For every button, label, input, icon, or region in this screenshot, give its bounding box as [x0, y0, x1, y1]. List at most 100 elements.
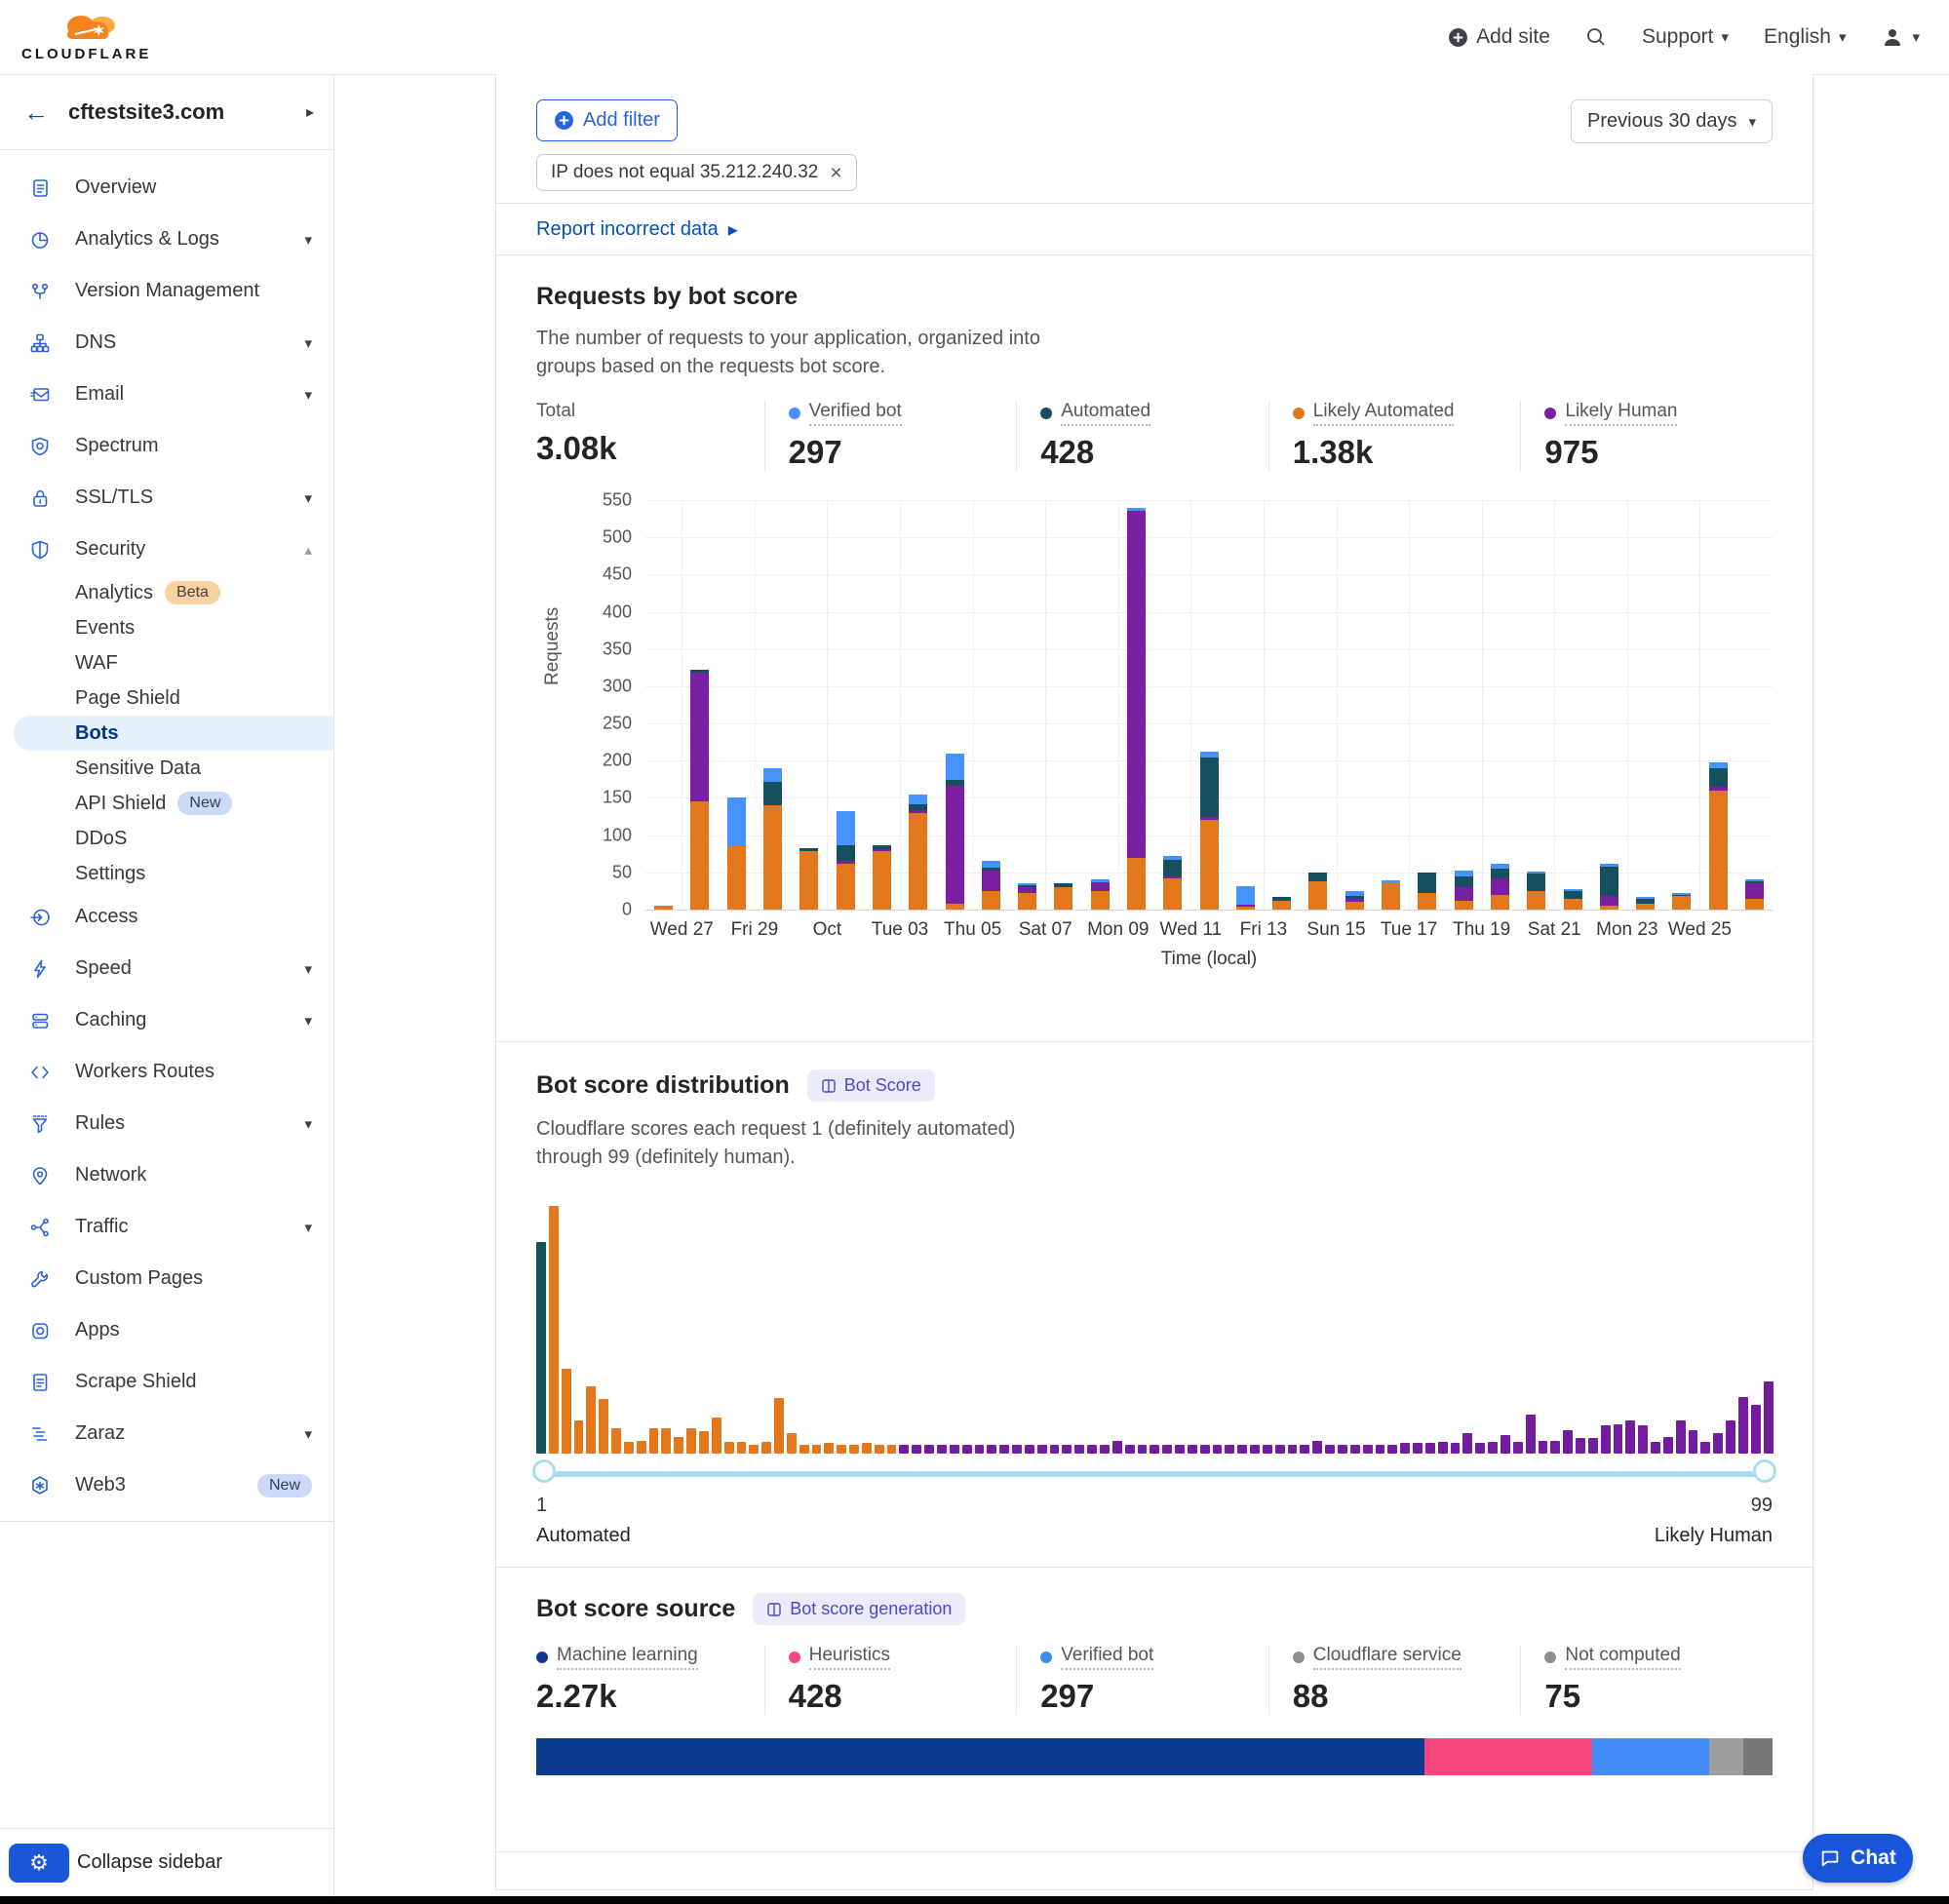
histogram-bar-score-88[interactable]	[1625, 1420, 1635, 1454]
histogram-bar-score-67[interactable]	[1363, 1445, 1373, 1454]
chart-bar[interactable]	[1009, 883, 1045, 910]
histogram-bar-score-24[interactable]	[824, 1443, 834, 1454]
slider-handle-min[interactable]	[532, 1459, 556, 1483]
chart-bar[interactable]	[1337, 891, 1373, 910]
histogram-bar-score-8[interactable]	[624, 1442, 634, 1454]
sidebar-item-ssl-tls[interactable]: SSL/TLS▾	[0, 472, 333, 524]
histogram-bar-score-2[interactable]	[549, 1206, 559, 1454]
histogram-bar-score-82[interactable]	[1550, 1441, 1560, 1454]
histogram-bar-score-51[interactable]	[1162, 1445, 1172, 1454]
sidebar-subitem-ddos[interactable]: DDoS	[0, 821, 333, 856]
histogram-bar-score-99[interactable]	[1764, 1381, 1774, 1454]
sidebar-subitem-bots[interactable]: Bots	[14, 716, 333, 751]
histogram-bar-score-76[interactable]	[1475, 1443, 1485, 1454]
histogram-bar-score-61[interactable]	[1288, 1445, 1298, 1454]
chart-bar[interactable]	[645, 906, 682, 910]
histogram-bar-score-75[interactable]	[1462, 1433, 1472, 1454]
histogram-bar-score-52[interactable]	[1175, 1445, 1185, 1454]
chart-bar[interactable]	[900, 795, 936, 910]
sidebar-item-dns[interactable]: DNS▾	[0, 317, 333, 369]
histogram-bar-score-40[interactable]	[1025, 1445, 1034, 1454]
histogram-bar-score-94[interactable]	[1700, 1442, 1710, 1454]
active-filter-chip[interactable]: IP does not equal 35.212.240.32 ×	[536, 154, 857, 191]
histogram-bar-score-27[interactable]	[862, 1443, 872, 1454]
histogram-bar-score-20[interactable]	[774, 1398, 784, 1454]
histogram-bar-score-86[interactable]	[1601, 1425, 1611, 1454]
histogram-bar-score-34[interactable]	[950, 1445, 959, 1454]
chart-bar[interactable]	[1300, 873, 1336, 910]
source-segment-heuristics[interactable]	[1424, 1738, 1592, 1775]
histogram-bar-score-81[interactable]	[1539, 1441, 1548, 1454]
histogram-bar-score-97[interactable]	[1738, 1397, 1748, 1454]
histogram-bar-score-12[interactable]	[674, 1437, 683, 1454]
bot-score-generation-badge[interactable]: Bot score generation	[753, 1593, 965, 1625]
histogram-bar-score-95[interactable]	[1713, 1433, 1723, 1454]
histogram-bar-score-21[interactable]	[787, 1433, 797, 1454]
sidebar-item-scrape-shield[interactable]: Scrape Shield	[0, 1356, 333, 1408]
histogram-bar-score-37[interactable]	[987, 1445, 996, 1454]
chart-bar[interactable]	[1446, 871, 1482, 910]
chart-bar[interactable]	[682, 670, 718, 910]
sidebar-item-spectrum[interactable]: Spectrum	[0, 420, 333, 472]
sidebar-item-web3[interactable]: Web3New	[0, 1459, 333, 1511]
account-menu[interactable]: ▾	[1881, 25, 1920, 49]
histogram-bar-score-72[interactable]	[1425, 1443, 1435, 1454]
chart-bar[interactable]	[1482, 864, 1518, 910]
histogram-bar-score-49[interactable]	[1138, 1445, 1148, 1454]
histogram-bar-score-93[interactable]	[1689, 1430, 1698, 1454]
chart-bar[interactable]	[719, 797, 755, 910]
sidebar-item-zaraz[interactable]: Zaraz▾	[0, 1408, 333, 1459]
histogram-bar-score-89[interactable]	[1638, 1425, 1648, 1454]
sidebar-item-analytics-logs[interactable]: Analytics & Logs▾	[0, 214, 333, 265]
histogram-bar-score-63[interactable]	[1312, 1441, 1322, 1454]
back-arrow-icon[interactable]: ←	[23, 97, 49, 128]
histogram-bar-score-23[interactable]	[812, 1445, 822, 1454]
histogram-bar-score-19[interactable]	[761, 1442, 771, 1454]
histogram-bar-score-43[interactable]	[1062, 1445, 1072, 1454]
date-range-select[interactable]: Previous 30 days▾	[1571, 99, 1773, 143]
histogram-bar-score-42[interactable]	[1050, 1445, 1060, 1454]
histogram-bar-score-59[interactable]	[1263, 1445, 1272, 1454]
histogram-bar-score-26[interactable]	[849, 1445, 859, 1454]
add-filter-button[interactable]: Add filter	[536, 99, 678, 141]
histogram-bar-score-38[interactable]	[999, 1445, 1009, 1454]
histogram-bar-score-84[interactable]	[1576, 1438, 1585, 1454]
chart-bar[interactable]	[1736, 879, 1773, 910]
histogram-bar-score-65[interactable]	[1338, 1445, 1347, 1454]
histogram-bar-score-87[interactable]	[1614, 1424, 1623, 1454]
site-switcher-caret-icon[interactable]: ▸	[306, 102, 314, 122]
histogram-bar-score-16[interactable]	[724, 1442, 734, 1454]
histogram-bar-score-9[interactable]	[637, 1441, 646, 1454]
histogram-bar-score-28[interactable]	[875, 1445, 884, 1454]
histogram-bar-score-62[interactable]	[1300, 1445, 1309, 1454]
sidebar-item-security[interactable]: Security▴	[0, 524, 333, 575]
histogram-bar-score-50[interactable]	[1150, 1445, 1159, 1454]
histogram-bar-score-73[interactable]	[1438, 1442, 1448, 1454]
chart-bar[interactable]	[1700, 762, 1736, 910]
chart-bar[interactable]	[1663, 893, 1699, 910]
sidebar-item-speed[interactable]: Speed▾	[0, 943, 333, 994]
histogram-bar-score-66[interactable]	[1350, 1445, 1360, 1454]
histogram-bar-score-78[interactable]	[1501, 1435, 1510, 1454]
histogram-bar-score-54[interactable]	[1200, 1445, 1210, 1454]
sidebar-item-email[interactable]: Email▾	[0, 369, 333, 420]
histogram-bar-score-90[interactable]	[1651, 1442, 1660, 1454]
histogram-bar-score-29[interactable]	[887, 1445, 897, 1454]
chart-bar[interactable]	[1190, 752, 1227, 910]
sidebar-subitem-settings[interactable]: Settings	[0, 856, 333, 891]
histogram-bar-score-96[interactable]	[1726, 1420, 1735, 1454]
language-menu[interactable]: English▾	[1764, 25, 1846, 49]
report-incorrect-data-link[interactable]: Report incorrect data▸	[536, 217, 738, 242]
histogram-bar-score-68[interactable]	[1376, 1445, 1385, 1454]
histogram-bar-score-69[interactable]	[1387, 1445, 1397, 1454]
chart-bar[interactable]	[1228, 886, 1264, 910]
sidebar-item-overview[interactable]: Overview	[0, 162, 333, 214]
chart-bar[interactable]	[1082, 879, 1118, 910]
sidebar-item-traffic[interactable]: Traffic▾	[0, 1201, 333, 1253]
histogram-bar-score-56[interactable]	[1225, 1445, 1234, 1454]
histogram-bar-score-11[interactable]	[661, 1428, 671, 1455]
sidebar-subitem-api-shield[interactable]: API ShieldNew	[0, 786, 333, 821]
sidebar-item-workers-routes[interactable]: Workers Routes	[0, 1046, 333, 1098]
histogram-bar-score-41[interactable]	[1037, 1445, 1047, 1454]
chart-bar[interactable]	[1264, 897, 1300, 910]
